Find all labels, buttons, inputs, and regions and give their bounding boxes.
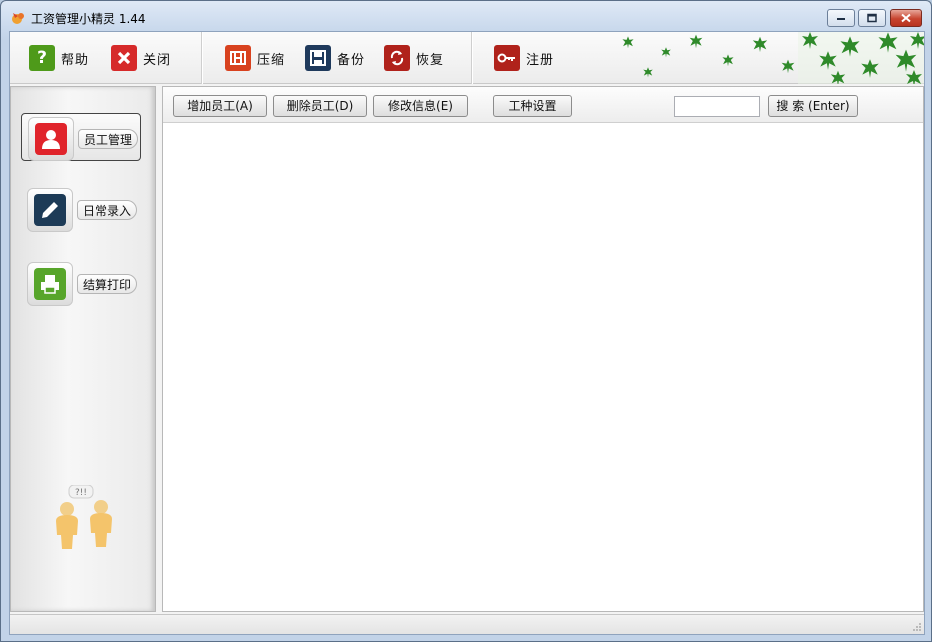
sidebar-item-label: 日常录入 [77, 200, 138, 220]
delete-employee-button[interactable]: 删除员工(D) [273, 95, 367, 117]
employee-icon [35, 123, 67, 155]
pen-icon [34, 194, 66, 226]
backup-icon [305, 45, 331, 71]
restore-button[interactable]: 恢复 [384, 43, 444, 73]
sidebar-item-settlement-print[interactable]: 结算打印 [21, 259, 141, 307]
register-label: 注册 [526, 52, 555, 68]
job-settings-button[interactable]: 工种设置 [493, 95, 572, 117]
sidebar-item-daily-entry[interactable]: 日常录入 [21, 185, 141, 233]
compress-label: 压缩 [257, 52, 286, 68]
help-button[interactable]: ? 帮助 [29, 43, 89, 73]
toolbar-separator [471, 32, 473, 84]
close-icon [111, 45, 137, 71]
search-button[interactable]: 搜 索 (Enter) [768, 95, 858, 117]
app-window: 工资管理小精灵 1.44 ? 帮助 关闭 压缩 备份 恢复 注册 员工管理 日常… [0, 0, 932, 642]
minimize-icon [837, 18, 845, 20]
sidebar-item-label: 结算打印 [77, 274, 138, 294]
help-label: 帮助 [61, 52, 90, 68]
main-panel: 增加员工(A) 删除员工(D) 修改信息(E) 工种设置 搜 索 (Enter) [162, 86, 924, 612]
title-bar[interactable]: 工资管理小精灵 1.44 [1, 1, 931, 31]
close-button[interactable]: 关闭 [111, 43, 171, 73]
employee-toolbar: 增加员工(A) 删除员工(D) 修改信息(E) 工种设置 搜 索 (Enter) [163, 87, 923, 123]
search-input[interactable] [674, 96, 760, 117]
edit-info-button[interactable]: 修改信息(E) [373, 95, 468, 117]
employee-list-area[interactable] [163, 124, 923, 611]
backup-label: 备份 [337, 52, 366, 68]
compress-button[interactable]: 压缩 [225, 43, 285, 73]
restore-icon [384, 45, 410, 71]
maximize-icon [867, 13, 877, 23]
maximize-button[interactable] [858, 9, 886, 27]
window-close-button[interactable] [890, 9, 922, 27]
register-button[interactable]: 注册 [494, 43, 554, 73]
window-title: 工资管理小精灵 1.44 [31, 12, 146, 26]
add-employee-button[interactable]: 增加员工(A) [173, 95, 267, 117]
illustration-text: ?!! [75, 488, 87, 498]
resize-grip-icon[interactable] [912, 622, 922, 632]
leaves-decoration [622, 32, 924, 84]
status-bar [10, 614, 924, 634]
toolbar-separator [201, 32, 203, 84]
sidebar-item-employee-management[interactable]: 员工管理 [21, 113, 141, 161]
close-label: 关闭 [143, 52, 172, 68]
register-key-icon [494, 45, 520, 71]
people-illustration: ?!! [56, 485, 112, 549]
restore-label: 恢复 [416, 52, 445, 68]
compress-icon [225, 45, 251, 71]
main-toolbar: ? 帮助 关闭 压缩 备份 恢复 注册 [10, 32, 924, 84]
app-logo-icon [12, 13, 24, 24]
help-icon: ? [29, 45, 55, 71]
client-area: ? 帮助 关闭 压缩 备份 恢复 注册 员工管理 日常录入 结算打印 ?!! 增… [9, 31, 925, 635]
minimize-button[interactable] [827, 9, 855, 27]
pen-icon-frame [27, 188, 73, 232]
employee-icon-frame [28, 117, 74, 161]
sidebar-item-label: 员工管理 [78, 129, 139, 149]
printer-icon [34, 268, 66, 300]
sidebar: 员工管理 日常录入 结算打印 ?!! [10, 86, 156, 612]
close-icon [901, 13, 911, 23]
printer-icon-frame [27, 262, 73, 306]
backup-button[interactable]: 备份 [305, 43, 365, 73]
